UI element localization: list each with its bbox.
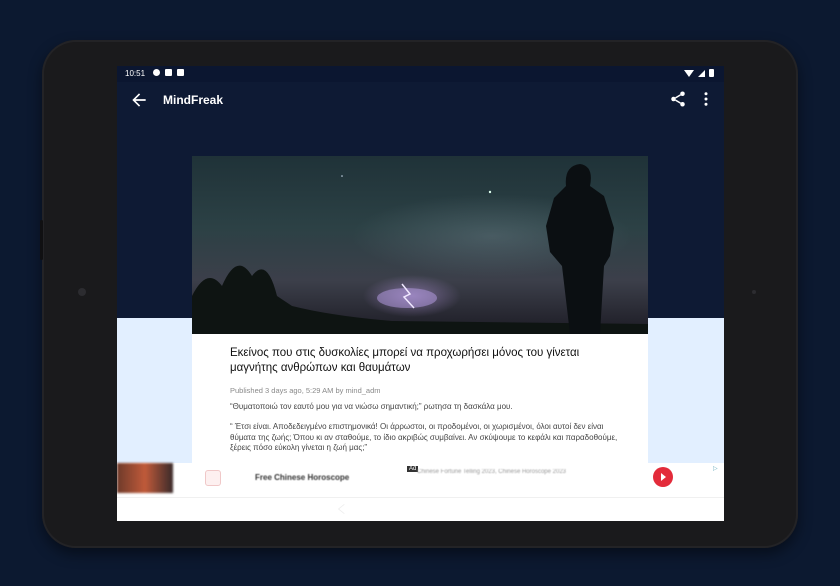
signal-icon — [698, 69, 705, 77]
front-camera — [78, 288, 86, 296]
status-bar: 10:51 — [117, 66, 724, 82]
settings-icon — [153, 69, 160, 76]
app-title: MindFreak — [163, 93, 224, 107]
article-title: Εκείνος που στις δυσκολίες μπορεί να προ… — [230, 347, 580, 374]
article-paragraph: “ Έτσι είναι. Αποδεδειγμένο επιστημονικά… — [230, 422, 618, 452]
storage-icon — [177, 69, 184, 76]
wifi-icon — [684, 69, 694, 77]
status-time: 10:51 — [125, 69, 146, 78]
divider — [117, 497, 724, 498]
nav-back-icon[interactable] — [335, 502, 349, 516]
sensor — [752, 290, 756, 294]
article-hero-image — [192, 156, 648, 334]
ad-thumbnail — [117, 463, 173, 493]
article-card[interactable]: Εκείνος που στις δυσκολίες μπορεί να προ… — [192, 156, 648, 466]
screen: 10:51 MindFreak Εκείνος που στις δυσκολί… — [117, 66, 724, 521]
article-meta: Published 3 days ago, 5:29 AM by mind_ad… — [230, 386, 381, 395]
play-arrow-icon[interactable] — [653, 467, 673, 487]
share-icon[interactable] — [669, 90, 687, 108]
more-vert-icon[interactable] — [697, 90, 715, 108]
ad-app-name: Free Chinese Horoscope — [255, 473, 350, 482]
battery-icon — [709, 69, 714, 77]
ad-app-icon — [205, 470, 221, 486]
article-paragraph: “Θυματοποιώ τον εαυτό μου για να νιώσω σ… — [230, 402, 513, 411]
tablet-frame: 10:51 MindFreak Εκείνος που στις δυσκολί… — [40, 40, 798, 548]
ad-choices-icon[interactable]: ▷ — [713, 465, 718, 472]
app-bar: MindFreak — [117, 82, 724, 118]
notification-icon — [165, 69, 172, 76]
arrow-left-icon[interactable] — [129, 90, 149, 110]
volume-button — [40, 220, 43, 260]
ad-description: Chinese Fortune Telling 2023, Chinese Ho… — [417, 469, 566, 475]
ad-banner[interactable]: Free Chinese Horoscope Ad Chinese Fortun… — [117, 463, 724, 521]
